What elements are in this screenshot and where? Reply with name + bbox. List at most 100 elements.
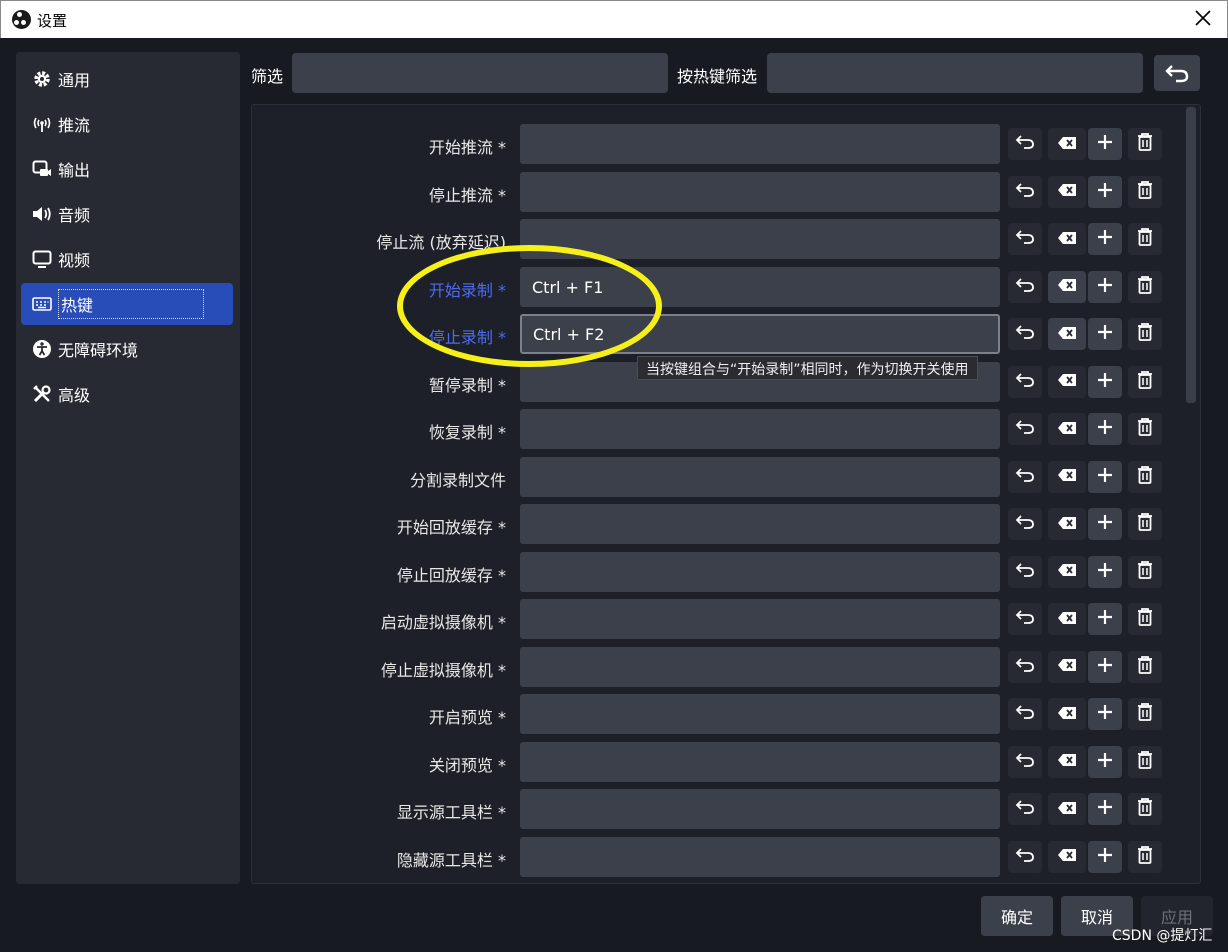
revert-button[interactable] [1008, 318, 1042, 350]
remove-binding-button[interactable] [1128, 460, 1162, 493]
sidebar-item-general[interactable]: 通用 [21, 58, 233, 100]
backspace-icon [1057, 657, 1077, 676]
scrollbar[interactable] [1186, 107, 1196, 403]
revert-button[interactable] [1008, 793, 1042, 825]
add-binding-button[interactable] [1088, 460, 1122, 493]
remove-binding-button[interactable] [1128, 318, 1162, 350]
hotkey-input[interactable]: Ctrl + F1 [520, 266, 1000, 307]
revert-button[interactable] [1008, 698, 1042, 730]
add-binding-button[interactable] [1088, 365, 1122, 398]
hotkey-row: 启动虚拟摄像机 * [252, 599, 1200, 639]
sidebar-item-accessibility[interactable]: 无障碍环境 [21, 328, 233, 370]
remove-binding-button[interactable] [1128, 128, 1162, 160]
hotkey-input[interactable] [520, 599, 1000, 639]
remove-binding-button[interactable] [1128, 270, 1162, 303]
clear-button[interactable] [1048, 698, 1086, 730]
clear-button[interactable] [1048, 603, 1086, 635]
clear-button[interactable] [1048, 555, 1086, 588]
add-binding-button[interactable] [1088, 128, 1122, 160]
ok-button[interactable]: 确定 [981, 896, 1053, 936]
trash-icon [1136, 845, 1154, 869]
add-binding-button[interactable] [1088, 745, 1122, 778]
clear-button[interactable] [1048, 745, 1086, 778]
clear-button[interactable] [1048, 413, 1086, 445]
revert-button[interactable] [1008, 650, 1042, 683]
sidebar-item-hotkeys[interactable]: 热键 [21, 283, 233, 325]
hotkey-input[interactable] [520, 646, 1000, 687]
hotkey-input[interactable] [520, 219, 1000, 259]
sidebar-item-output[interactable]: 输出 [21, 148, 233, 190]
sidebar-item-audio[interactable]: 音频 [21, 193, 233, 235]
add-binding-button[interactable] [1088, 318, 1122, 350]
revert-button[interactable] [1008, 270, 1042, 303]
revert-button[interactable] [1008, 128, 1042, 160]
revert-button[interactable] [1008, 508, 1042, 540]
add-binding-button[interactable] [1088, 698, 1122, 730]
revert-button[interactable] [1008, 603, 1042, 635]
hotkey-input[interactable] [520, 694, 1000, 734]
remove-binding-button[interactable] [1128, 698, 1162, 730]
reset-filter-button[interactable] [1154, 55, 1200, 91]
revert-button[interactable] [1008, 223, 1042, 255]
hotkey-input[interactable] [520, 171, 1000, 212]
clear-button[interactable] [1048, 175, 1086, 208]
remove-binding-button[interactable] [1128, 413, 1162, 445]
revert-button[interactable] [1008, 365, 1042, 398]
remove-binding-button[interactable] [1128, 745, 1162, 778]
add-binding-button[interactable] [1088, 555, 1122, 588]
add-binding-button[interactable] [1088, 508, 1122, 540]
revert-button[interactable] [1008, 460, 1042, 493]
clear-button[interactable] [1048, 460, 1086, 493]
remove-binding-button[interactable] [1128, 793, 1162, 825]
remove-binding-button[interactable] [1128, 508, 1162, 540]
remove-binding-button[interactable] [1128, 555, 1162, 588]
add-binding-button[interactable] [1088, 270, 1122, 303]
sidebar-item-stream[interactable]: 推流 [21, 103, 233, 145]
sidebar-item-video[interactable]: 视频 [21, 238, 233, 280]
filter-input[interactable] [292, 53, 668, 93]
hotkey-input[interactable] [520, 456, 1000, 497]
add-binding-button[interactable] [1088, 603, 1122, 635]
remove-binding-button[interactable] [1128, 365, 1162, 398]
hotkey-input[interactable] [520, 504, 1000, 544]
clear-button[interactable] [1048, 128, 1086, 160]
hotkey-label: 开启预览 * [428, 708, 506, 727]
revert-button[interactable] [1008, 175, 1042, 208]
add-binding-button[interactable] [1088, 793, 1122, 825]
close-icon[interactable] [1193, 8, 1213, 28]
hotkey-input[interactable] [520, 409, 1000, 449]
revert-button[interactable] [1008, 555, 1042, 588]
sidebar-item-advanced[interactable]: 高级 [21, 373, 233, 415]
hotkey-input[interactable] [520, 789, 1000, 829]
clear-button[interactable] [1048, 365, 1086, 398]
hotkey-input[interactable]: Ctrl + F2 [520, 314, 1000, 354]
hotkey-input[interactable] [520, 836, 1000, 877]
hotkey-input[interactable] [520, 124, 1000, 164]
hotkey-filter-input[interactable] [767, 53, 1143, 93]
add-binding-button[interactable] [1088, 840, 1122, 873]
clear-button[interactable] [1048, 223, 1086, 255]
remove-binding-button[interactable] [1128, 175, 1162, 208]
hotkey-label: 停止回放缓存 * [396, 565, 506, 585]
clear-button[interactable] [1048, 318, 1086, 350]
clear-button[interactable] [1048, 793, 1086, 825]
revert-button[interactable] [1008, 413, 1042, 445]
remove-binding-button[interactable] [1128, 650, 1162, 683]
add-binding-button[interactable] [1088, 223, 1122, 255]
backspace-icon [1057, 467, 1077, 486]
add-binding-button[interactable] [1088, 650, 1122, 683]
hotkey-input[interactable] [520, 551, 1000, 592]
hotkey-input[interactable] [520, 741, 1000, 782]
remove-binding-button[interactable] [1128, 603, 1162, 635]
add-binding-button[interactable] [1088, 413, 1122, 445]
revert-button[interactable] [1008, 840, 1042, 873]
remove-binding-button[interactable] [1128, 840, 1162, 873]
add-binding-button[interactable] [1088, 175, 1122, 208]
trash-icon [1136, 607, 1154, 631]
clear-button[interactable] [1048, 650, 1086, 683]
clear-button[interactable] [1048, 270, 1086, 303]
revert-button[interactable] [1008, 745, 1042, 778]
clear-button[interactable] [1048, 508, 1086, 540]
remove-binding-button[interactable] [1128, 223, 1162, 255]
clear-button[interactable] [1048, 840, 1086, 873]
